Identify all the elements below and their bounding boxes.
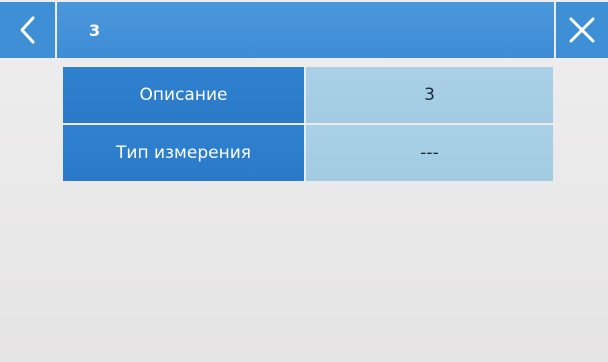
property-row-measurement-type: Тип измерения --- [63, 125, 553, 181]
header-bar: 3 [0, 2, 608, 58]
property-label: Тип измерения [63, 125, 306, 181]
property-label: Описание [63, 67, 306, 123]
close-button[interactable] [556, 2, 608, 58]
description-value-field[interactable]: 3 [306, 67, 553, 123]
property-row-description: Описание 3 [63, 67, 553, 123]
title-bar: 3 [57, 2, 554, 58]
properties-table: Описание 3 Тип измерения --- [63, 67, 553, 183]
screen: 3 Описание 3 Тип измерения --- [0, 0, 608, 362]
chevron-left-icon [20, 16, 34, 44]
measurement-type-value-field[interactable]: --- [306, 125, 553, 181]
close-icon [569, 17, 595, 43]
page-title: 3 [89, 20, 101, 40]
back-button[interactable] [0, 2, 55, 58]
